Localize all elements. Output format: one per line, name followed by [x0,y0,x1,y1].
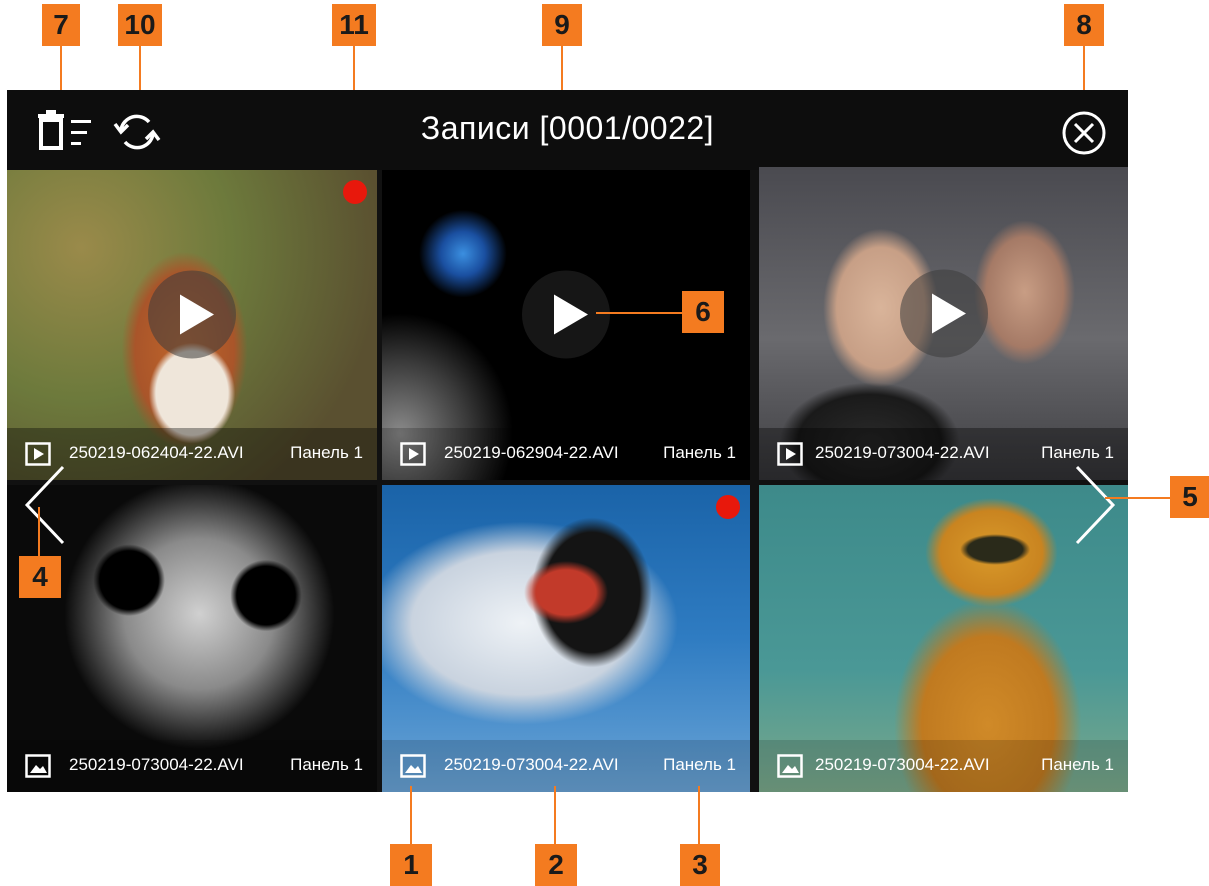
panel-label: Панель 1 [663,443,736,462]
callout-6-leader [596,312,682,314]
panel-label: Панель 1 [1041,755,1114,774]
callout-6: 6 [682,291,724,333]
panel-label: Панель 1 [290,443,363,462]
callout-9: 9 [542,4,582,46]
callout-3-leader [698,786,700,846]
new-record-dot [343,180,367,204]
callout-5-leader [1105,497,1171,499]
photo-file-icon [777,754,803,778]
callout-7-leader [60,46,62,96]
callout-4-leader [38,507,40,557]
play-button[interactable] [522,270,610,359]
video-file-icon [400,442,426,466]
file-name: 250219-073004-22.AVI [815,755,990,774]
close-circle-icon[interactable] [1061,110,1106,155]
callout-1-leader [410,786,412,846]
tile-caption: 250219-073004-22.AVI Панель 1 [382,740,750,792]
file-name: 250219-073004-22.AVI [69,755,244,774]
callout-8: 8 [1064,4,1104,46]
callout-2-leader [554,786,556,846]
tile-caption: 250219-073004-22.AVI Панель 1 [7,740,377,792]
photo-file-icon [400,754,426,778]
photo-file-icon [25,754,51,778]
callout-2: 2 [535,844,577,886]
panel-label: Панель 1 [1041,443,1114,462]
recordings-screen: Записи [0001/0022] 250219-062404-22.AVI … [7,90,1128,792]
prev-page-arrow[interactable] [21,465,81,545]
recording-tile[interactable]: 250219-073004-22.AVI Панель 1 [759,167,1128,480]
tile-caption: 250219-062904-22.AVI Панель 1 [382,428,750,480]
recording-tile[interactable]: 250219-073004-22.AVI Панель 1 [382,485,750,792]
next-page-arrow[interactable] [1071,465,1128,545]
play-button[interactable] [148,270,236,359]
recording-tile[interactable]: 250219-062404-22.AVI Панель 1 [7,170,377,480]
callout-1: 1 [390,844,432,886]
tile-caption: 250219-073004-22.AVI Панель 1 [759,740,1128,792]
file-name: 250219-062404-22.AVI [69,443,244,462]
top-bar: Записи [0001/0022] [7,90,1128,170]
callout-5: 5 [1170,476,1209,518]
file-name: 250219-073004-22.AVI [815,443,990,462]
new-record-dot [716,495,740,519]
recordings-grid: 250219-062404-22.AVI Панель 1 250219-062… [7,167,1128,792]
callout-4: 4 [19,556,61,598]
video-file-icon [25,442,51,466]
page-title: Записи [0001/0022] [420,110,715,146]
callout-11: 11 [332,4,376,46]
panel-label: Панель 1 [663,755,736,774]
video-file-icon [777,442,803,466]
callout-10: 10 [118,4,162,46]
file-name: 250219-073004-22.AVI [444,755,619,774]
callout-7: 7 [42,4,80,46]
panel-label: Панель 1 [290,755,363,774]
file-name: 250219-062904-22.AVI [444,443,619,462]
play-button[interactable] [899,268,988,357]
callout-3: 3 [680,844,720,886]
